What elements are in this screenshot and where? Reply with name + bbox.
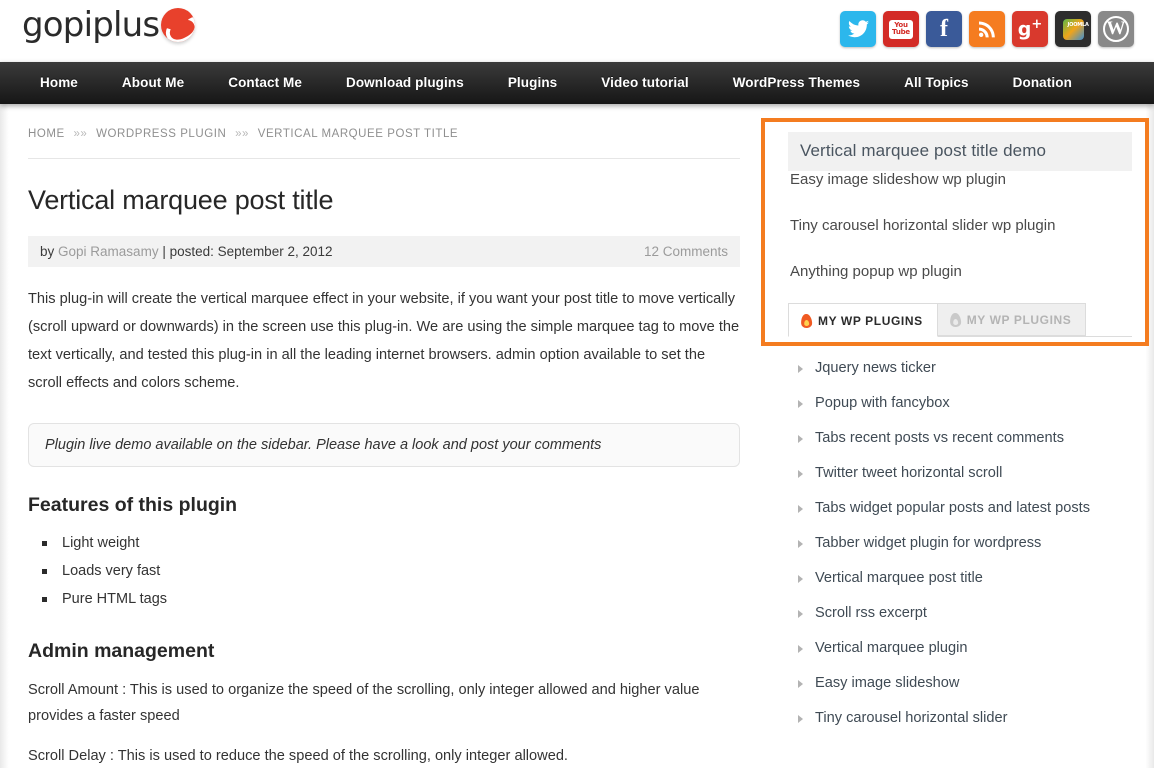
joomla-icon[interactable]: JOOMLA — [1055, 11, 1091, 47]
features-list: Light weight Loads very fast Pure HTML t… — [42, 529, 740, 613]
post-intro-paragraph: This plug-in will create the vertical ma… — [28, 291, 740, 391]
nav-item-all-topics[interactable]: All Topics — [882, 62, 991, 104]
tab-label: MY WP PLUGINS — [818, 313, 923, 328]
nav-item-home[interactable]: Home — [18, 62, 100, 104]
marquee-item[interactable]: Anything popup wp plugin — [790, 249, 1132, 295]
list-item: Light weight — [42, 529, 740, 557]
meta-by-label: by — [40, 244, 55, 259]
meta-posted-date: posted: September 2, 2012 — [169, 244, 333, 259]
list-item[interactable]: Vertical marquee plugin — [788, 631, 1132, 666]
tab-my-wp-plugins-inactive[interactable]: MY WP PLUGINS — [937, 303, 1087, 336]
list-item[interactable]: Popup with fancybox — [788, 386, 1132, 421]
demo-callout: Plugin live demo available on the sideba… — [28, 423, 740, 467]
breadcrumb-sep-2: »» — [235, 128, 249, 140]
tab-label: MY WP PLUGINS — [966, 313, 1072, 327]
admin-management-heading: Admin management — [28, 640, 215, 662]
admin-paragraph-2: Scroll Delay : This is used to reduce th… — [28, 748, 568, 764]
meta-author-link[interactable]: Gopi Ramasamy — [58, 244, 159, 259]
list-item[interactable]: Tiny carousel horizontal slider — [788, 701, 1132, 736]
list-item: Loads very fast — [42, 557, 740, 585]
nav-item-wordpress-themes[interactable]: WordPress Themes — [711, 62, 882, 104]
main-content: HOME »» WORDPRESS PLUGIN »» VERTICAL MAR… — [0, 104, 770, 768]
marquee-item[interactable]: Tiny carousel horizontal slider wp plugi… — [790, 203, 1132, 249]
content-wrapper: HOME »» WORDPRESS PLUGIN »» VERTICAL MAR… — [0, 104, 1154, 768]
sidebar-demo-widget: Vertical marquee post title demo Easy im… — [788, 126, 1132, 295]
sidebar: Vertical marquee post title demo Easy im… — [770, 104, 1154, 768]
nav-item-download-plugins[interactable]: Download plugins — [324, 62, 486, 104]
site-logo[interactable]: gopiplus — [22, 5, 196, 45]
breadcrumb-home[interactable]: HOME — [28, 128, 65, 140]
nav-item-video-tutorial[interactable]: Video tutorial — [579, 62, 710, 104]
facebook-icon[interactable]: f — [926, 11, 962, 47]
meta-comments-link[interactable]: 12 Comments — [644, 244, 728, 259]
rss-icon[interactable] — [969, 11, 1005, 47]
nav-item-plugins[interactable]: Plugins — [486, 62, 579, 104]
vertical-marquee-viewport: Easy image slideshow wp plugin Tiny caro… — [788, 171, 1132, 295]
wordpress-glyph: W — [1103, 16, 1129, 42]
page-title: Vertical marquee post title — [28, 185, 334, 215]
list-item[interactable]: Twitter tweet horizontal scroll — [788, 456, 1132, 491]
page-root: gopiplus You Tube f g+ JOOMLA W Home Abo… — [0, 0, 1154, 768]
site-header: gopiplus You Tube f g+ JOOMLA W — [0, 0, 1154, 62]
nav-item-donation[interactable]: Donation — [991, 62, 1094, 104]
google-plus-icon[interactable]: g+ — [1012, 11, 1048, 47]
list-item: Pure HTML tags — [42, 585, 740, 613]
joomla-glyph: JOOMLA — [1062, 18, 1089, 40]
list-item[interactable]: Tabber widget plugin for wordpress — [788, 526, 1132, 561]
list-item[interactable]: Jquery news ticker — [788, 351, 1132, 386]
nav-item-about-me[interactable]: About Me — [100, 62, 206, 104]
meta-divider: | — [162, 244, 166, 259]
breadcrumb-current: VERTICAL MARQUEE POST TITLE — [257, 128, 459, 140]
post-meta-left: by Gopi Ramasamy | posted: September 2, … — [40, 244, 333, 259]
breadcrumb-sep-1: »» — [73, 128, 88, 140]
youtube-glyph: You Tube — [889, 19, 913, 39]
youtube-icon[interactable]: You Tube — [883, 11, 919, 47]
marquee-item[interactable]: Easy image slideshow wp plugin — [790, 171, 1132, 203]
swoosh-logo-icon — [161, 8, 196, 42]
list-item[interactable]: Vertical marquee post title — [788, 561, 1132, 596]
list-item[interactable]: Easy image slideshow — [788, 666, 1132, 701]
widget-title: Vertical marquee post title demo — [788, 132, 1132, 171]
plugin-list: Jquery news ticker Popup with fancybox T… — [788, 351, 1132, 736]
logo-text: gopiplus — [22, 5, 160, 45]
post-meta-bar: by Gopi Ramasamy | posted: September 2, … — [28, 236, 740, 267]
list-item[interactable]: Tabs recent posts vs recent comments — [788, 421, 1132, 456]
main-navigation: Home About Me Contact Me Download plugin… — [0, 62, 1154, 104]
twitter-icon[interactable] — [840, 11, 876, 47]
vertical-marquee-track: Easy image slideshow wp plugin Tiny caro… — [790, 171, 1132, 295]
wordpress-icon[interactable]: W — [1098, 11, 1134, 47]
admin-paragraph-1: Scroll Amount : This is used to organize… — [28, 682, 700, 724]
tab-my-wp-plugins-active[interactable]: MY WP PLUGINS — [788, 303, 938, 337]
list-item[interactable]: Tabs widget popular posts and latest pos… — [788, 491, 1132, 526]
breadcrumb: HOME »» WORDPRESS PLUGIN »» VERTICAL MAR… — [28, 128, 740, 159]
flame-icon — [949, 312, 962, 328]
sidebar-tabs: MY WP PLUGINS MY WP PLUGINS — [788, 303, 1132, 337]
nav-item-contact-me[interactable]: Contact Me — [206, 62, 324, 104]
breadcrumb-category[interactable]: WORDPRESS PLUGIN — [96, 128, 226, 140]
social-icons: You Tube f g+ JOOMLA W — [840, 11, 1134, 47]
list-item[interactable]: Scroll rss excerpt — [788, 596, 1132, 631]
flame-icon — [800, 313, 813, 328]
features-heading: Features of this plugin — [28, 494, 238, 516]
